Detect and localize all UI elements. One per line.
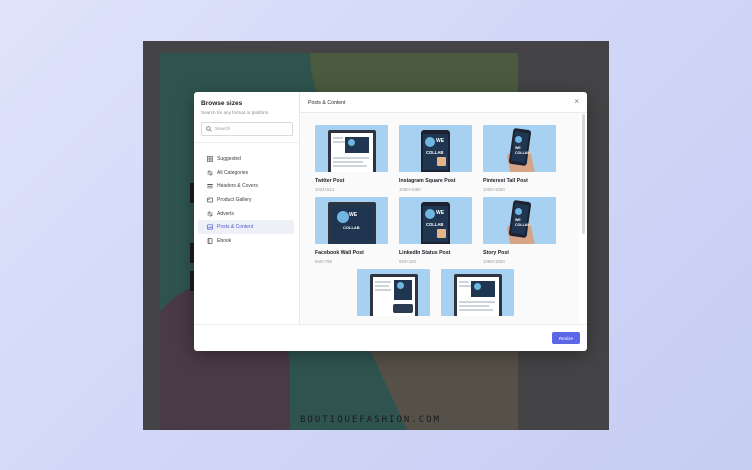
search-field[interactable]: Search: [201, 122, 293, 136]
size-dimensions: 1000×1500: [483, 187, 505, 192]
resize-button[interactable]: Resize: [552, 332, 580, 344]
size-title: Facebook Wall Post: [315, 250, 364, 256]
size-title: Twitter Post: [315, 178, 345, 184]
size-card-facebook-wall-post[interactable]: WE COLLAB Facebook Wall Post 940×788: [315, 197, 388, 264]
grid-icon: [206, 155, 213, 162]
size-thumbnail: [441, 269, 514, 316]
category-nav: Suggested All Categories Headers & Covers P…: [198, 152, 294, 248]
divider: [194, 142, 300, 143]
size-card-story-post[interactable]: WE COLLAB Story Post 1080×1920: [483, 197, 556, 264]
book-icon: [206, 238, 213, 244]
nav-item-label: Posts & Content: [217, 224, 254, 231]
size-title: LinkedIn Status Post: [399, 250, 451, 256]
image-icon: [206, 224, 213, 230]
size-thumbnail: WE COLLAB: [315, 197, 388, 244]
size-grid: Twitter Post 1024×512 WE COLLAB Instagram Sq…: [301, 113, 579, 324]
size-thumbnail: WE COLLAB: [399, 125, 472, 172]
size-thumbnail: WE COLLAB: [483, 125, 556, 172]
size-card-instagram-square-post[interactable]: WE COLLAB Instagram Square Post 1080×1080: [399, 125, 472, 192]
nav-item-label: Suggested: [217, 155, 241, 162]
size-card-8[interactable]: [441, 269, 514, 316]
nav-item-label: All Categories: [217, 169, 249, 176]
nav-item-all-categories[interactable]: All Categories: [198, 166, 294, 180]
size-title: Story Post: [483, 250, 509, 256]
arrows-icon: [206, 169, 213, 176]
size-card-pinterest-tall-post[interactable]: WE COLLAB Pinterest Tall Post 1000×1500: [483, 125, 556, 192]
size-title: Pinterest Tall Post: [483, 178, 528, 184]
size-thumbnail: [357, 269, 430, 316]
size-title: Instagram Square Post: [399, 178, 456, 184]
canvas-footer-text: BOUTIQUEFASHION.COM: [300, 415, 441, 425]
close-icon[interactable]: ×: [574, 97, 579, 106]
size-dimensions: 1080×1920: [483, 259, 505, 264]
gallery-icon: [206, 197, 213, 203]
nav-item-label: Adverts: [217, 210, 234, 217]
arrows-icon: [206, 210, 213, 217]
nav-item-ebook[interactable]: Ebook: [198, 234, 294, 248]
size-dimensions: 940×788: [315, 259, 332, 264]
search-input[interactable]: Search: [215, 127, 230, 132]
nav-item-product-gallery[interactable]: Product Gallery: [198, 193, 294, 207]
nav-item-label: Ebook: [217, 237, 232, 244]
size-thumbnail: WE COLLAB: [483, 197, 556, 244]
scrollbar[interactable]: [582, 114, 585, 234]
nav-item-posts-content[interactable]: Posts & Content: [198, 220, 294, 235]
nav-item-suggested[interactable]: Suggested: [198, 152, 294, 166]
nav-item-label: Headers & Covers: [217, 183, 258, 190]
size-card-twitter-post[interactable]: Twitter Post 1024×512: [315, 125, 388, 192]
size-card-linkedin-status-post[interactable]: WE COLLAB LinkedIn Status Post 520×320: [399, 197, 472, 264]
size-thumbnail: [315, 125, 388, 172]
size-thumbnail: WE COLLAB: [399, 197, 472, 244]
nav-item-headers-covers[interactable]: Headers & Covers: [198, 179, 294, 193]
content-heading: Posts & Content: [308, 100, 346, 106]
modal-subtitle: Search for any format or platform: [201, 110, 269, 115]
nav-item-adverts[interactable]: Adverts: [198, 207, 294, 221]
size-dimensions: 1024×512: [315, 187, 335, 192]
header-icon: [206, 183, 213, 189]
nav-item-label: Product Gallery: [217, 196, 252, 203]
size-card-7[interactable]: [357, 269, 430, 316]
size-dimensions: 1080×1080: [399, 187, 421, 192]
sizes-sidebar: Browse sizes Search for any format or pl…: [194, 92, 300, 324]
modal-title: Browse sizes: [201, 100, 243, 107]
browse-sizes-modal: Browse sizes Search for any format or pl…: [194, 92, 587, 351]
size-dimensions: 520×320: [399, 259, 416, 264]
search-icon: [206, 126, 212, 132]
divider: [194, 324, 587, 325]
